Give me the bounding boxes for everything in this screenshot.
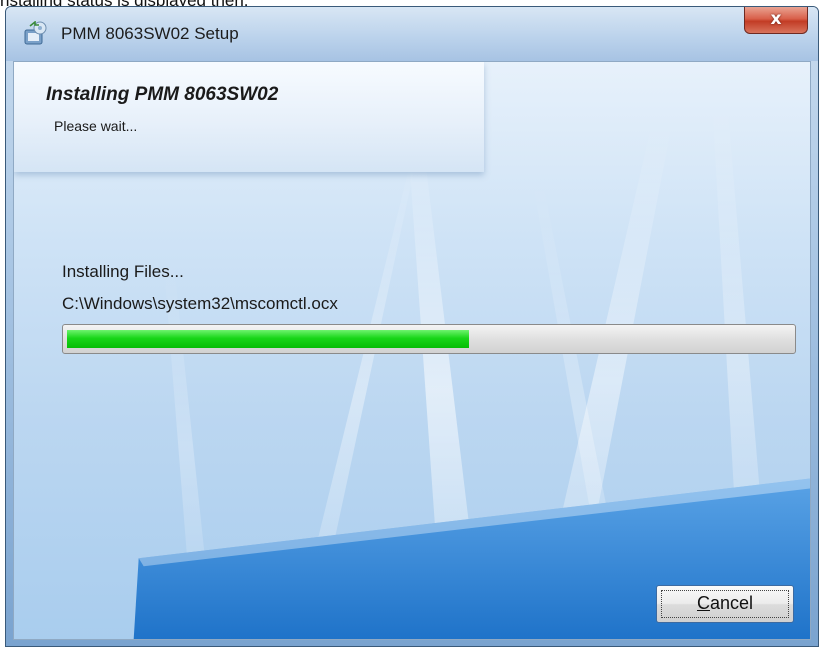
title-bar[interactable]: PMM 8063SW02 Setup x — [6, 7, 818, 61]
cancel-mnemonic: C — [696, 593, 710, 613]
cancel-button[interactable]: Cancel — [656, 585, 794, 623]
header-subtitle: Please wait... — [54, 118, 138, 134]
window-title: PMM 8063SW02 Setup — [61, 24, 239, 43]
cancel-label: ancel — [709, 593, 754, 613]
close-icon: x — [770, 9, 782, 29]
installer-body: Installing PMM 8063SW02 Please wait... I… — [13, 61, 811, 640]
setup-app-icon — [24, 21, 47, 45]
header-panel: Installing PMM 8063SW02 Please wait... — [14, 62, 484, 172]
header-title: Installing PMM 8063SW02 — [46, 84, 279, 105]
setup-window: PMM 8063SW02 Setup x Installing PMM 8063… — [5, 6, 819, 647]
progress-fill — [67, 330, 469, 348]
current-file-path: C:\Windows\system32\mscomctl.ocx — [62, 294, 338, 313]
install-status-text: Installing Files... — [62, 262, 184, 281]
close-button[interactable]: x — [744, 7, 808, 34]
install-progress-bar — [62, 324, 796, 354]
